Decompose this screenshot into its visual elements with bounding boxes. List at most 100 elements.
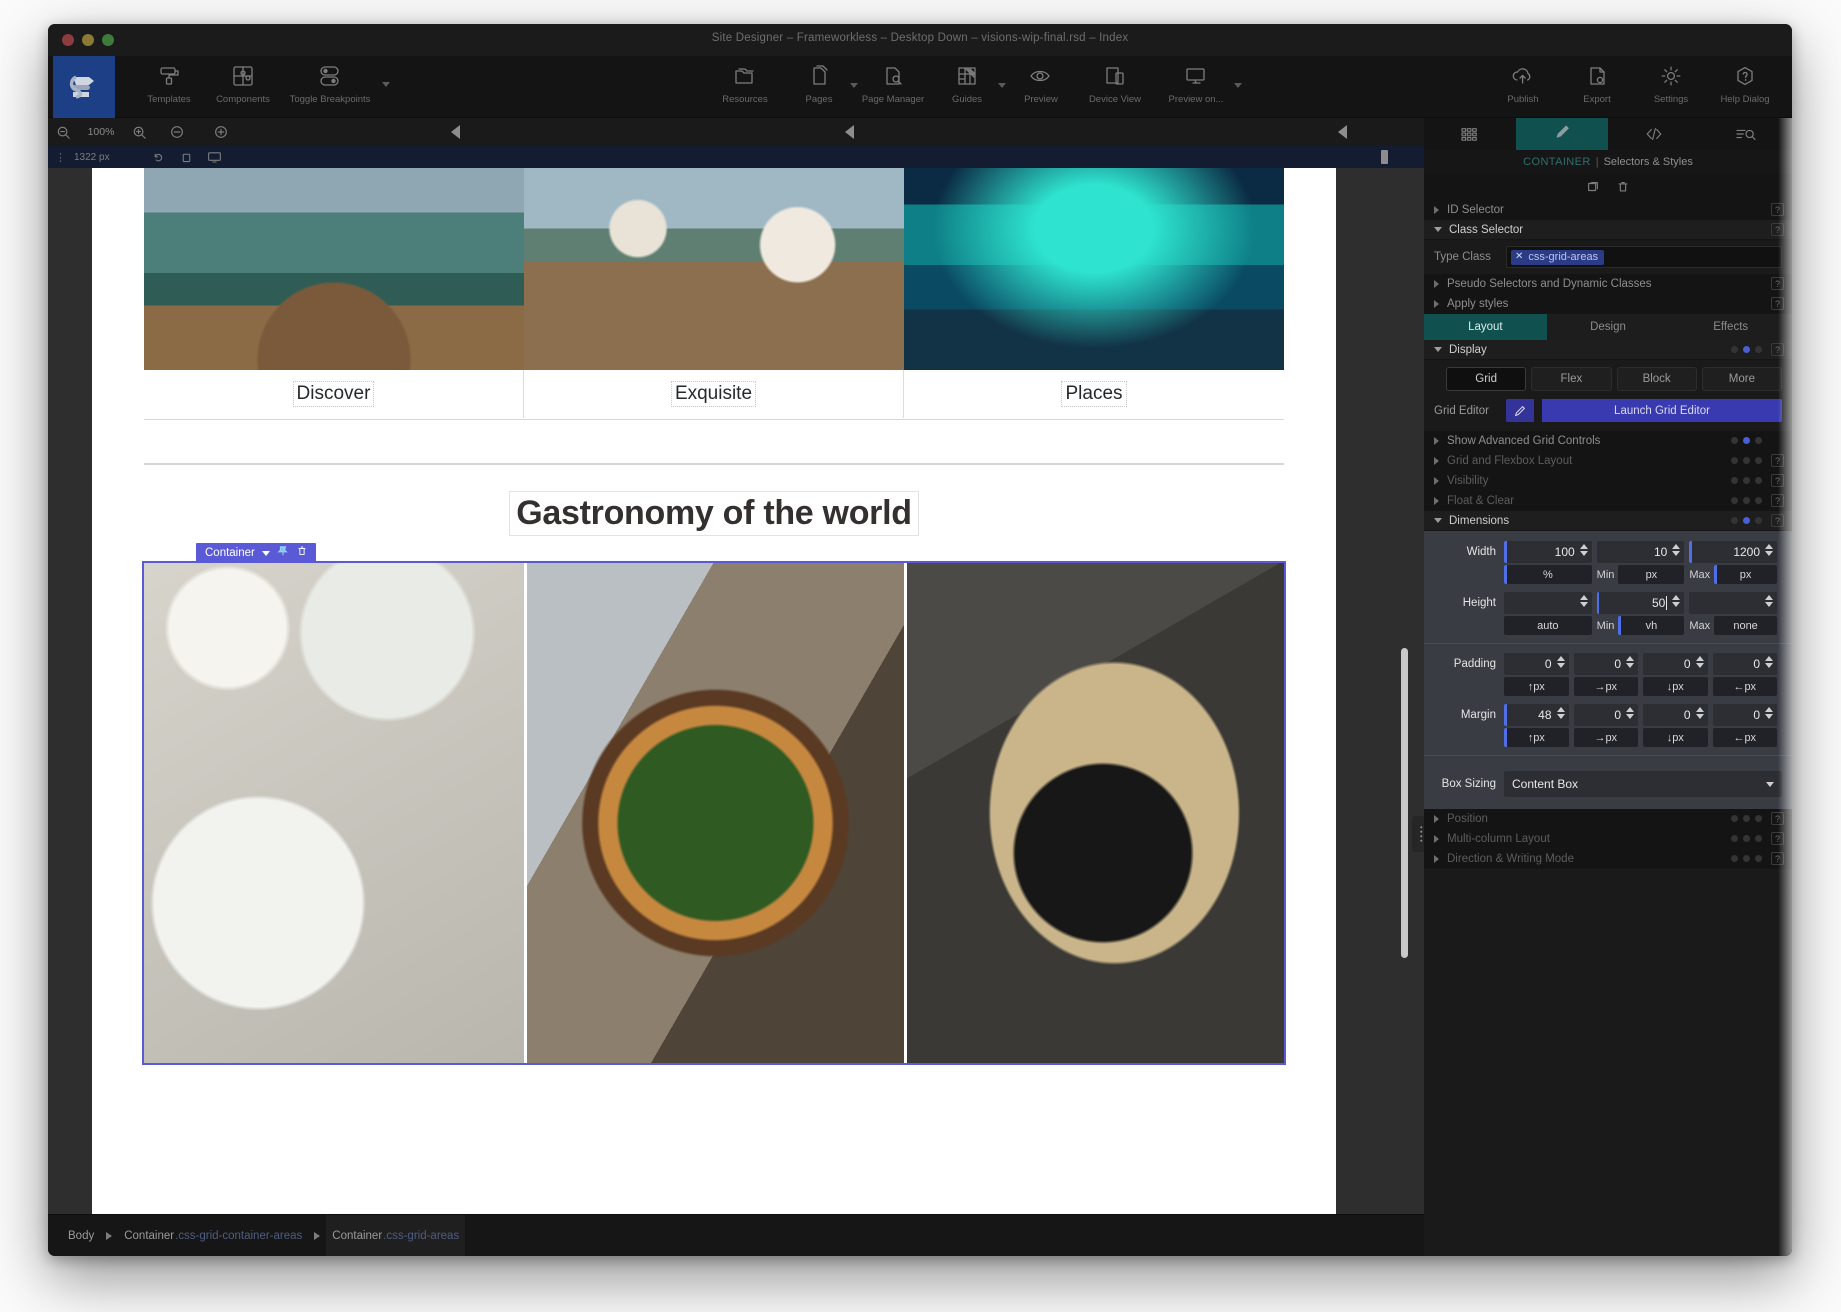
class-chip[interactable]: ✕ css-grid-areas — [1511, 249, 1605, 265]
margin-bottom-input[interactable]: 0 — [1643, 704, 1708, 726]
toolbar-guides[interactable]: Guides — [930, 56, 1006, 118]
row-multi-column-layout[interactable]: Multi-column Layout ? — [1424, 829, 1792, 849]
height-min-unit-button[interactable]: vh — [1618, 616, 1685, 635]
stepper-arrows[interactable] — [1579, 595, 1588, 607]
pin-icon[interactable] — [277, 544, 289, 562]
copy-icon[interactable] — [172, 151, 200, 164]
row-dimensions[interactable]: Dimensions ? — [1424, 511, 1792, 531]
canvas-area[interactable]: Discover Exquisite Places Gastronomy of … — [48, 168, 1424, 1214]
type-class-field[interactable]: ✕ css-grid-areas — [1506, 246, 1782, 268]
help-icon[interactable]: ? — [1771, 812, 1784, 825]
toolbar-resources[interactable]: Resources — [708, 56, 782, 118]
toolbar-device-view[interactable]: Device View — [1078, 56, 1152, 118]
breakpoints-dropdown-caret[interactable] — [382, 82, 390, 87]
height-min-input[interactable]: 50 — [1596, 592, 1685, 614]
chevron-down-icon[interactable] — [261, 550, 270, 556]
minus-circle-icon[interactable] — [162, 124, 192, 140]
toolbar-export[interactable]: Export — [1560, 56, 1634, 118]
margin-top-unit[interactable]: ↑px — [1504, 728, 1569, 747]
row-id-selector[interactable]: ID Selector ? — [1424, 200, 1792, 220]
row-pseudo-selectors[interactable]: Pseudo Selectors and Dynamic Classes ? — [1424, 274, 1792, 294]
padding-left-input[interactable]: 0 — [1712, 653, 1777, 675]
stepper-arrows[interactable] — [1672, 544, 1681, 556]
margin-top-input[interactable]: 48 — [1504, 704, 1569, 726]
help-icon[interactable]: ? — [1771, 203, 1784, 216]
stepper-arrows[interactable] — [1626, 707, 1634, 719]
card-places[interactable]: Places — [904, 168, 1284, 418]
breadcrumb-item-container-1[interactable]: Container .css-grid-container-areas — [118, 1215, 308, 1257]
breadcrumb-item-body[interactable]: Body — [62, 1215, 100, 1257]
display-more-button[interactable]: More — [1701, 367, 1782, 391]
toolbar-pages[interactable]: Pages — [782, 56, 858, 118]
toolbar-templates[interactable]: Templates — [132, 56, 206, 118]
chip-remove-icon[interactable]: ✕ — [1515, 251, 1523, 262]
help-icon[interactable]: ? — [1771, 852, 1784, 865]
stepper-arrows[interactable] — [1556, 656, 1565, 668]
height-max-unit-button[interactable]: none — [1714, 616, 1778, 635]
row-apply-styles[interactable]: Apply styles ? — [1424, 294, 1792, 314]
width-min-unit-button[interactable]: px — [1618, 565, 1685, 584]
preview-on-dropdown-caret[interactable] — [1234, 83, 1242, 88]
help-icon[interactable]: ? — [1771, 277, 1784, 290]
toolbar-preview-on[interactable]: Preview on... — [1152, 56, 1242, 118]
trash-icon[interactable] — [296, 544, 308, 562]
zoom-out-magnifier-icon[interactable] — [48, 125, 78, 140]
padding-right-unit[interactable]: →px — [1573, 677, 1638, 696]
toolbar-components[interactable]: Components — [206, 56, 280, 118]
collapse-left-arrow[interactable] — [451, 125, 460, 139]
display-flex-button[interactable]: Flex — [1531, 367, 1612, 391]
padding-bottom-unit[interactable]: ↓px — [1643, 677, 1708, 696]
width-value-input[interactable]: 100 — [1504, 541, 1592, 563]
stepper-arrows[interactable] — [1626, 656, 1634, 668]
plus-circle-icon[interactable] — [206, 124, 236, 140]
tab-filter-search-panel[interactable] — [1700, 118, 1792, 150]
canvas-vertical-scrollbar[interactable] — [1401, 648, 1408, 958]
row-show-advanced-grid-controls[interactable]: Show Advanced Grid Controls — [1424, 431, 1792, 451]
breadcrumb-item-container-2[interactable]: Container .css-grid-areas — [326, 1214, 466, 1256]
row-grid-flexbox-layout[interactable]: Grid and Flexbox Layout ? — [1424, 451, 1792, 471]
padding-top-input[interactable]: 0 — [1504, 653, 1569, 675]
height-unit-button[interactable]: auto — [1504, 616, 1592, 635]
breakpoint-grip[interactable]: ⋮ — [48, 151, 74, 164]
panel-resize-handle[interactable] — [1412, 816, 1424, 852]
food-cell-ramen[interactable] — [904, 563, 1284, 1063]
undo-icon[interactable] — [144, 151, 172, 164]
card-discover[interactable]: Discover — [144, 168, 524, 418]
tab-grid-panel[interactable] — [1424, 118, 1516, 150]
stepper-arrows[interactable] — [1695, 707, 1704, 719]
display-grid-button[interactable]: Grid — [1446, 367, 1527, 391]
margin-left-input[interactable]: 0 — [1712, 704, 1777, 726]
food-cell-salad[interactable] — [144, 563, 524, 1063]
toolbar-help-dialog[interactable]: Help Dialog — [1708, 56, 1782, 118]
trash-icon[interactable] — [1616, 180, 1630, 194]
stepper-arrows[interactable] — [1765, 595, 1774, 607]
stepper-arrows[interactable] — [1672, 595, 1681, 607]
stepper-arrows[interactable] — [1765, 544, 1774, 556]
display-block-button[interactable]: Block — [1616, 367, 1697, 391]
help-icon[interactable]: ? — [1771, 474, 1784, 487]
card-exquisite[interactable]: Exquisite — [524, 168, 904, 418]
width-max-unit-button[interactable]: px — [1714, 565, 1778, 584]
selection-badge[interactable]: Container — [196, 543, 316, 563]
breakpoint-thumb[interactable] — [1381, 150, 1388, 164]
monitor-icon[interactable] — [200, 150, 228, 164]
row-float-clear[interactable]: Float & Clear ? — [1424, 491, 1792, 511]
padding-top-unit[interactable]: ↑px — [1504, 677, 1569, 696]
row-display[interactable]: Display ? — [1424, 340, 1792, 360]
help-icon[interactable]: ? — [1771, 514, 1784, 527]
stepper-arrows[interactable] — [1765, 656, 1773, 668]
toolbar-toggle-breakpoints[interactable]: Toggle Breakpoints — [280, 56, 380, 118]
stepper-arrows[interactable] — [1556, 707, 1565, 719]
duplicate-icon[interactable] — [1586, 180, 1600, 194]
margin-right-unit[interactable]: →px — [1573, 728, 1638, 747]
help-icon[interactable]: ? — [1771, 223, 1784, 236]
toolbar-publish[interactable]: Publish — [1486, 56, 1560, 118]
page-surface[interactable]: Discover Exquisite Places Gastronomy of … — [92, 168, 1336, 1214]
stepper-arrows[interactable] — [1695, 656, 1704, 668]
row-class-selector[interactable]: Class Selector ? — [1424, 220, 1792, 240]
tab-layout[interactable]: Layout — [1424, 314, 1547, 340]
margin-left-unit[interactable]: ←px — [1712, 728, 1777, 747]
padding-bottom-input[interactable]: 0 — [1643, 653, 1708, 675]
toolbar-preview[interactable]: Preview — [1004, 56, 1078, 118]
width-unit-button[interactable]: % — [1504, 565, 1592, 584]
